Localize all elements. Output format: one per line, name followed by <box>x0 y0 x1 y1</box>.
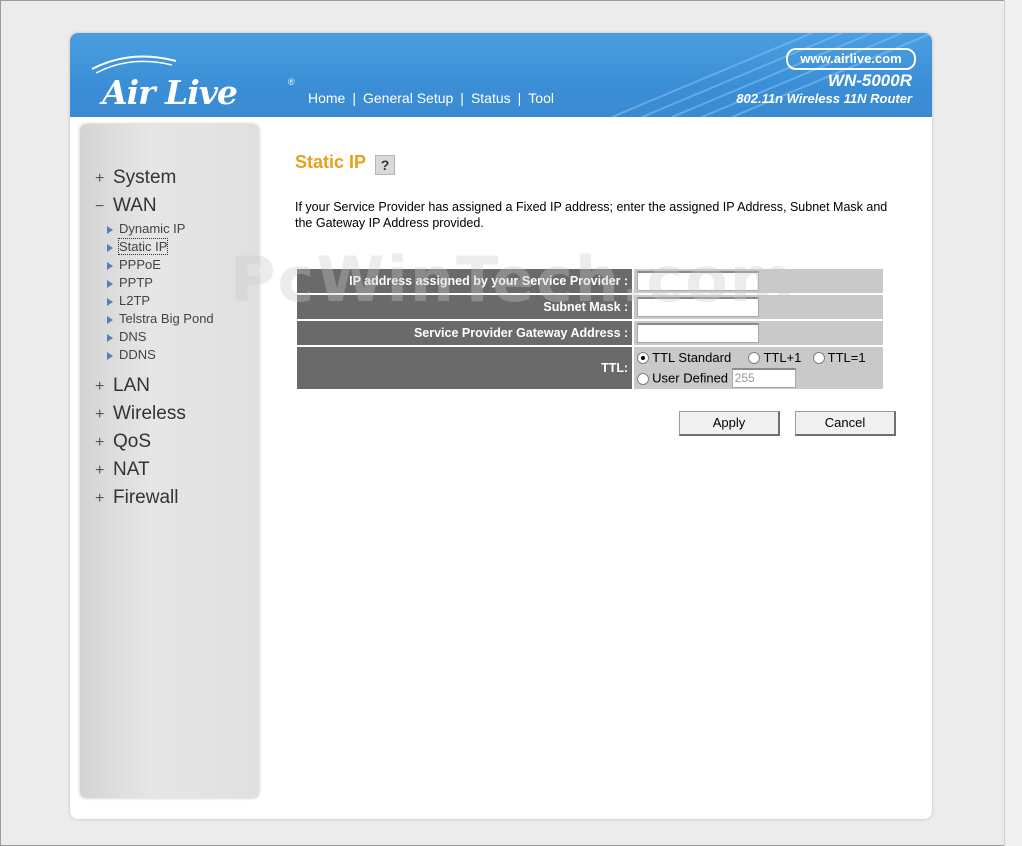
triangle-bullet-icon <box>107 315 113 324</box>
gateway-address-input[interactable] <box>637 323 760 343</box>
router-page: Air Live ® Home | General Setup | Status | Too… <box>70 33 932 819</box>
triangle-bullet-icon <box>107 261 113 270</box>
gateway-address-cell <box>634 321 883 345</box>
submenu-label: Dynamic IP <box>119 221 186 236</box>
page-description: If your Service Provider has assigned a … <box>295 200 888 230</box>
gateway-address-label: Service Provider Gateway Address : <box>297 321 633 345</box>
sidebar-item-label: QoS <box>113 431 152 452</box>
sidebar-item-label: LAN <box>113 375 150 396</box>
submenu-label: Static IP <box>117 238 169 255</box>
ttl-eq1-label: TTL=1 <box>827 349 866 365</box>
expand-plus-icon: + <box>95 490 105 507</box>
triangle-bullet-icon <box>107 225 113 234</box>
sidebar-item-system[interactable]: + System <box>95 167 176 189</box>
submenu-item-static-ip[interactable]: Static IP <box>107 238 169 255</box>
ttl-user-defined-label: User Defined <box>652 370 729 386</box>
sidebar-item-label: NAT <box>113 459 150 480</box>
submenu-item-dynamic-ip[interactable]: Dynamic IP <box>107 221 185 236</box>
ttl-standard-label: TTL Standard <box>652 349 732 365</box>
submenu-item-ddns[interactable]: DDNS <box>107 347 156 362</box>
cancel-button[interactable]: Cancel <box>795 411 896 436</box>
sidebar-menu: + System − WAN Dynamic IP Static IP PPPoE … <box>80 124 259 798</box>
ttl-user-defined-radio[interactable] <box>637 372 650 385</box>
page-title: Static IP <box>295 152 367 172</box>
ttl-eq1-radio[interactable] <box>812 352 825 365</box>
expand-plus-icon: + <box>95 378 105 395</box>
submenu-item-telstra-big-pond[interactable]: Telstra Big Pond <box>107 311 214 326</box>
submenu-label: PPPoE <box>119 257 161 272</box>
ttl-options-cell: TTL Standard TTL+1 TTL=1 User Defined <box>634 347 883 389</box>
collapse-minus-icon: − <box>95 198 105 215</box>
sidebar-item-label: Wireless <box>113 403 186 424</box>
sidebar-item-wan[interactable]: − WAN <box>95 195 157 217</box>
triangle-bullet-icon <box>107 243 113 252</box>
ttl-standard-radio[interactable] <box>637 352 650 365</box>
expand-plus-icon: + <box>95 170 105 187</box>
submenu-label: L2TP <box>119 293 151 308</box>
logo-registered-mark: ® <box>288 77 295 87</box>
sidebar-item-label: WAN <box>113 195 157 216</box>
ttl-label: TTL: <box>297 347 633 389</box>
help-icon[interactable]: ? <box>375 155 395 175</box>
table-row: Service Provider Gateway Address : <box>297 321 883 345</box>
submenu-label: PPTP <box>119 275 153 290</box>
sidebar-item-label: System <box>113 167 177 188</box>
ttl-plus1-radio[interactable] <box>748 352 761 365</box>
vertical-scrollbar[interactable] <box>1004 0 1022 846</box>
table-row: TTL: TTL Standard TTL+1 TTL=1 User Defin… <box>297 347 883 389</box>
apply-button[interactable]: Apply <box>679 411 780 436</box>
watermark-text: PcWinTech.com <box>230 243 797 316</box>
sidebar-item-label: Firewall <box>113 487 179 508</box>
triangle-bullet-icon <box>107 333 113 342</box>
sidebar-item-qos[interactable]: + QoS <box>95 431 151 453</box>
triangle-bullet-icon <box>107 351 113 360</box>
sidebar-item-wireless[interactable]: + Wireless <box>95 403 186 425</box>
submenu-label: DDNS <box>119 347 156 362</box>
main-content: Static IP ? If your Service Provider has… <box>295 33 896 819</box>
triangle-bullet-icon <box>107 279 113 288</box>
ttl-plus1-label: TTL+1 <box>763 349 802 365</box>
submenu-item-pppoe[interactable]: PPPoE <box>107 257 161 272</box>
triangle-bullet-icon <box>107 297 113 306</box>
sidebar-item-lan[interactable]: + LAN <box>95 375 150 397</box>
submenu-item-dns[interactable]: DNS <box>107 329 146 344</box>
ttl-user-defined-input[interactable] <box>731 367 796 388</box>
submenu-item-l2tp[interactable]: L2TP <box>107 293 150 308</box>
ttl-options-row: TTL Standard TTL+1 TTL=1 <box>637 348 883 368</box>
submenu-label: Telstra Big Pond <box>119 311 214 326</box>
expand-plus-icon: + <box>95 462 105 479</box>
ttl-user-row: User Defined <box>637 367 883 389</box>
sidebar-item-firewall[interactable]: + Firewall <box>95 487 178 509</box>
expand-plus-icon: + <box>95 406 105 423</box>
sidebar-item-nat[interactable]: + NAT <box>95 459 150 481</box>
submenu-label: DNS <box>119 329 147 344</box>
expand-plus-icon: + <box>95 434 105 451</box>
submenu-item-pptp[interactable]: PPTP <box>107 275 153 290</box>
logo-text: Air Live <box>102 73 238 112</box>
